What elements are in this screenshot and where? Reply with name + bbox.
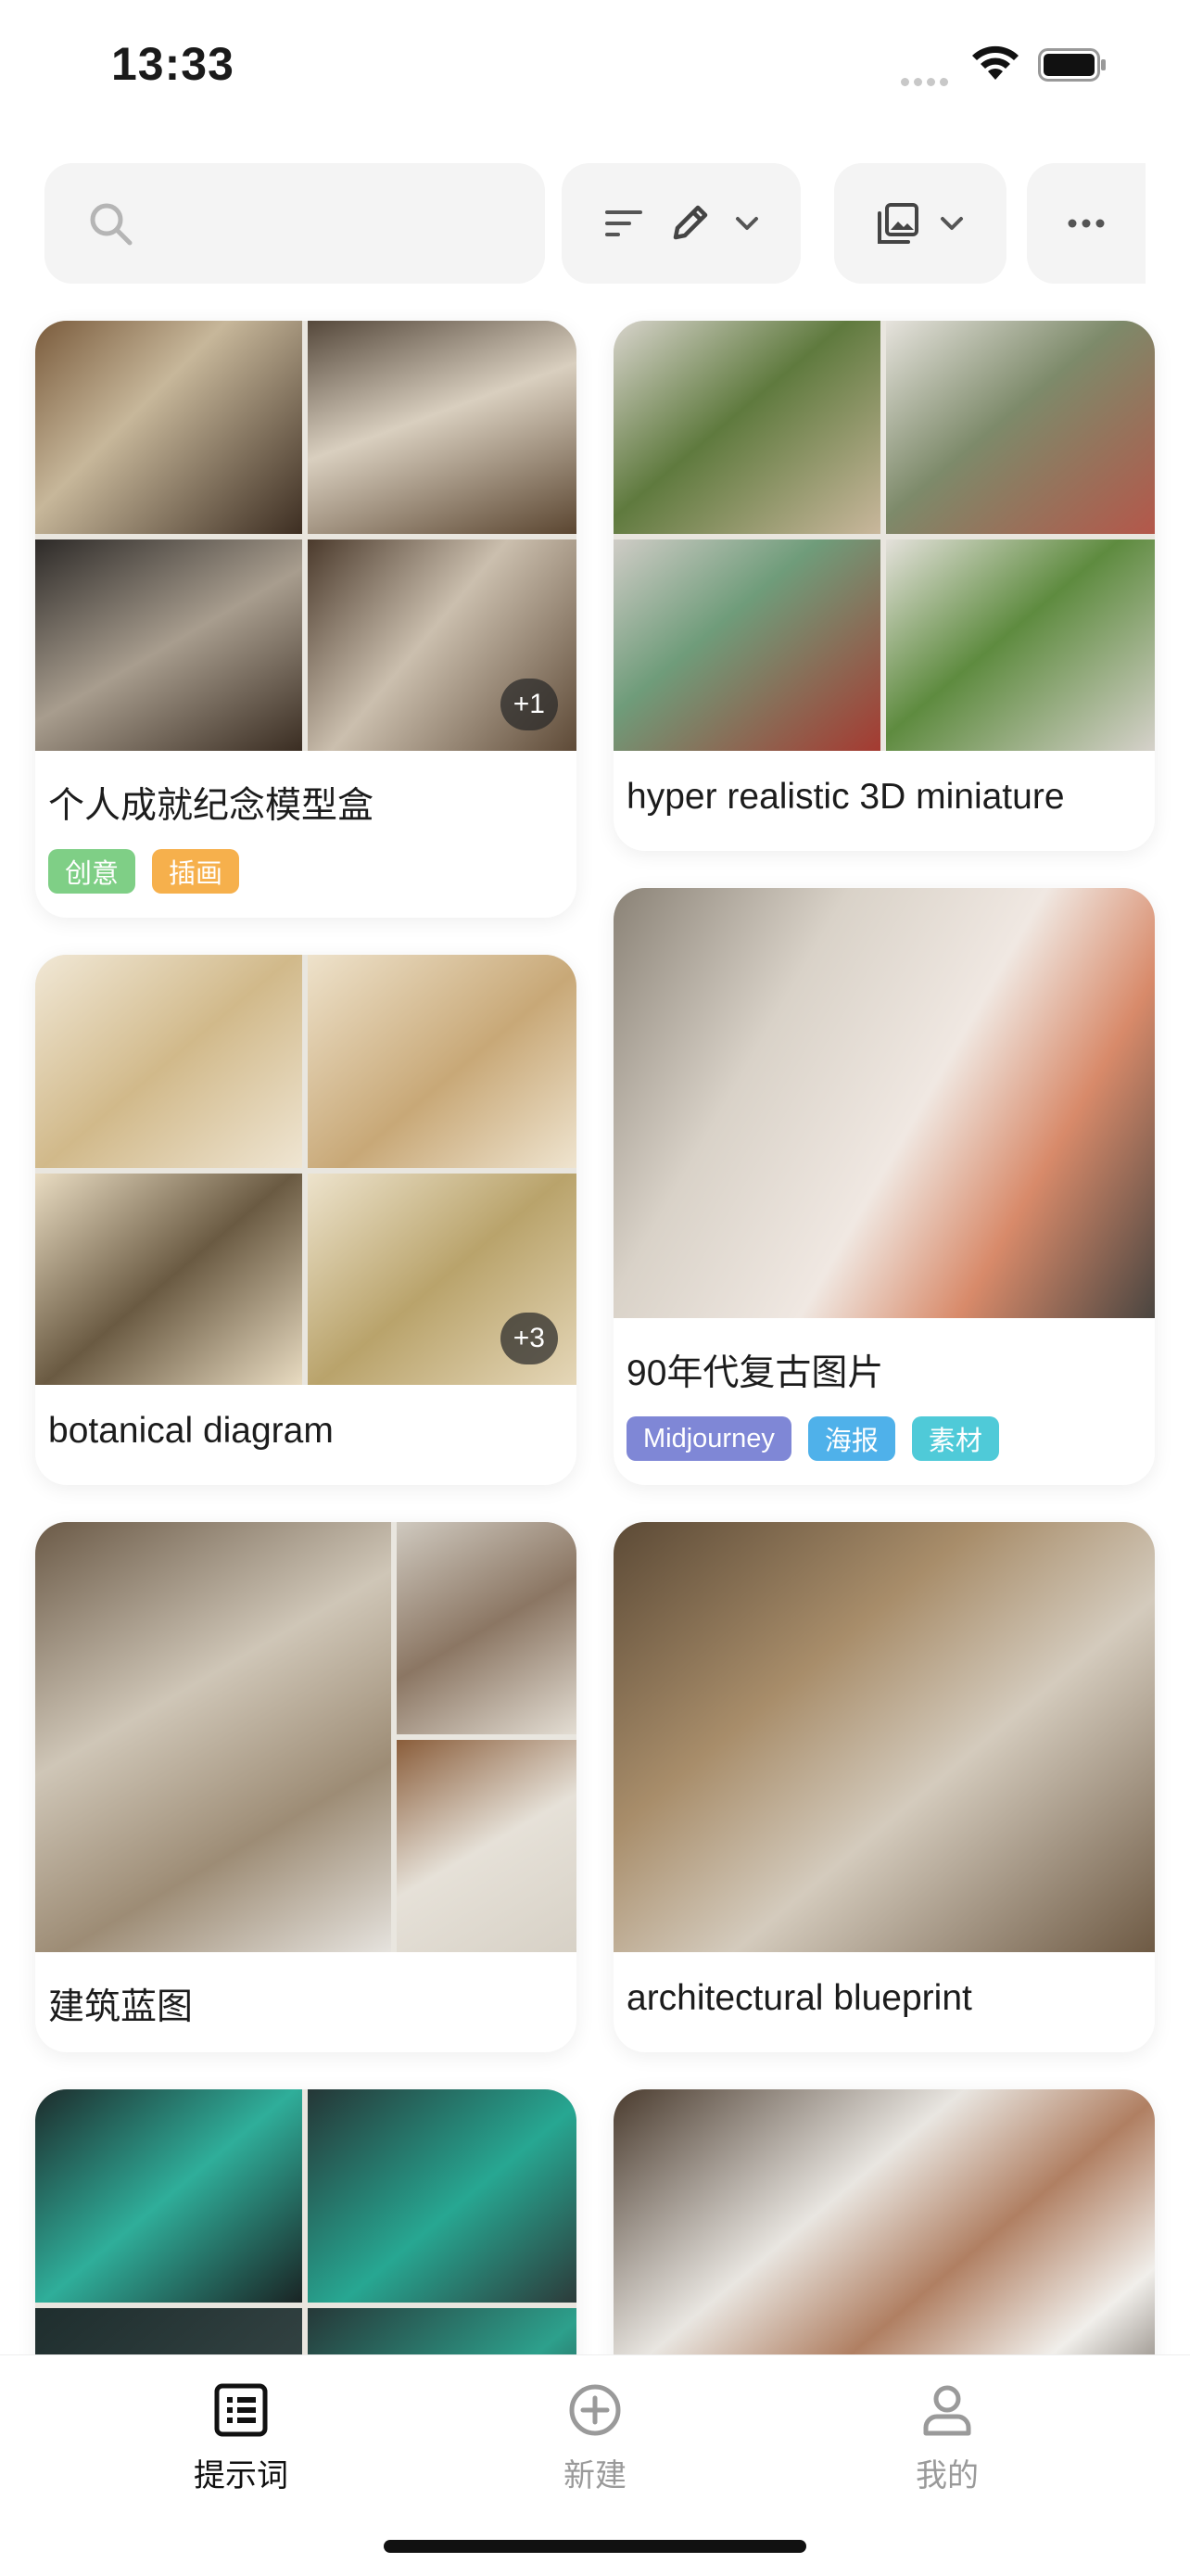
card-thumbnail — [614, 321, 880, 534]
prompt-card[interactable]: hyper realistic 3D miniature — [614, 321, 1155, 851]
more-button[interactable] — [1027, 163, 1146, 284]
tab-label: 我的 — [916, 2458, 979, 2494]
card-image-grid: +1 — [35, 321, 576, 751]
plus-circle-icon — [569, 2384, 621, 2436]
card-thumbnail — [308, 2089, 576, 2303]
status-time: 13:33 — [111, 38, 234, 90]
image-filter-button[interactable] — [834, 163, 1006, 284]
wifi-icon — [972, 45, 1019, 80]
pencil-icon — [673, 205, 708, 240]
card-thumbnail — [35, 539, 302, 751]
prompt-card[interactable]: 建筑蓝图 — [35, 1522, 576, 2052]
card-thumbnail — [397, 1740, 576, 1952]
image-gallery-icon — [878, 203, 918, 244]
card-image-grid: +3 — [35, 955, 576, 1385]
card-image — [614, 888, 1155, 1318]
card-thumbnail — [308, 955, 576, 1168]
card-thumbnail — [886, 321, 1155, 534]
home-indicator — [384, 2540, 806, 2553]
cellular-signal-icon — [901, 74, 953, 91]
card-thumbnail — [35, 1174, 302, 1385]
more-images-badge: +1 — [500, 679, 558, 730]
tab-prompts[interactable]: 提示词 — [148, 2383, 334, 2495]
search-icon — [90, 203, 133, 246]
list-icon — [214, 2383, 268, 2437]
card-title: 个人成就纪念模型盒 — [48, 786, 374, 826]
card-thumbnail — [886, 539, 1155, 751]
prompt-card[interactable]: architectural blueprint — [614, 1522, 1155, 2052]
tab-new[interactable]: 新建 — [502, 2383, 688, 2495]
prompt-card[interactable]: +3 botanical diagram — [35, 955, 576, 1485]
card-title: architectural blueprint — [627, 1978, 972, 2018]
sort-lines-icon — [605, 210, 642, 236]
card-thumbnail — [308, 321, 576, 534]
card-thumbnail — [35, 321, 302, 534]
chevron-down-icon — [941, 217, 963, 230]
card-thumbnail — [35, 955, 302, 1168]
tag-badge[interactable]: 创意 — [48, 849, 136, 894]
more-dots-icon — [1068, 219, 1105, 228]
prompt-card[interactable]: +1 个人成就纪念模型盒 创意 插画 — [35, 321, 576, 918]
chevron-down-icon — [736, 217, 758, 230]
tab-label: 新建 — [563, 2458, 627, 2494]
card-image — [614, 1522, 1155, 1952]
card-title: botanical diagram — [48, 1411, 334, 1451]
person-icon — [923, 2385, 971, 2436]
card-title: 90年代复古图片 — [627, 1353, 884, 1393]
battery-icon — [1038, 48, 1106, 82]
card-image-grid — [35, 1522, 576, 1952]
card-title: hyper realistic 3D miniature — [627, 777, 1065, 817]
tag-badge[interactable]: 素材 — [911, 1416, 999, 1461]
tag-badge[interactable]: Midjourney — [627, 1416, 791, 1461]
tab-label: 提示词 — [194, 2458, 288, 2494]
card-title: 建筑蓝图 — [48, 1987, 194, 2027]
tab-profile[interactable]: 我的 — [855, 2383, 1040, 2495]
prompt-card[interactable]: 90年代复古图片 Midjourney 海报 素材 — [614, 888, 1155, 1485]
search-bar[interactable] — [44, 163, 545, 284]
card-thumbnail — [397, 1522, 576, 1734]
tag-badge[interactable]: 插画 — [152, 849, 240, 894]
card-image-grid — [614, 321, 1155, 751]
more-images-badge: +3 — [500, 1313, 558, 1364]
tag-badge[interactable]: 海报 — [807, 1416, 895, 1461]
sort-edit-button[interactable] — [562, 163, 801, 284]
card-thumbnail — [614, 539, 880, 751]
card-thumbnail — [35, 2089, 302, 2303]
card-thumbnail — [35, 1522, 391, 1952]
